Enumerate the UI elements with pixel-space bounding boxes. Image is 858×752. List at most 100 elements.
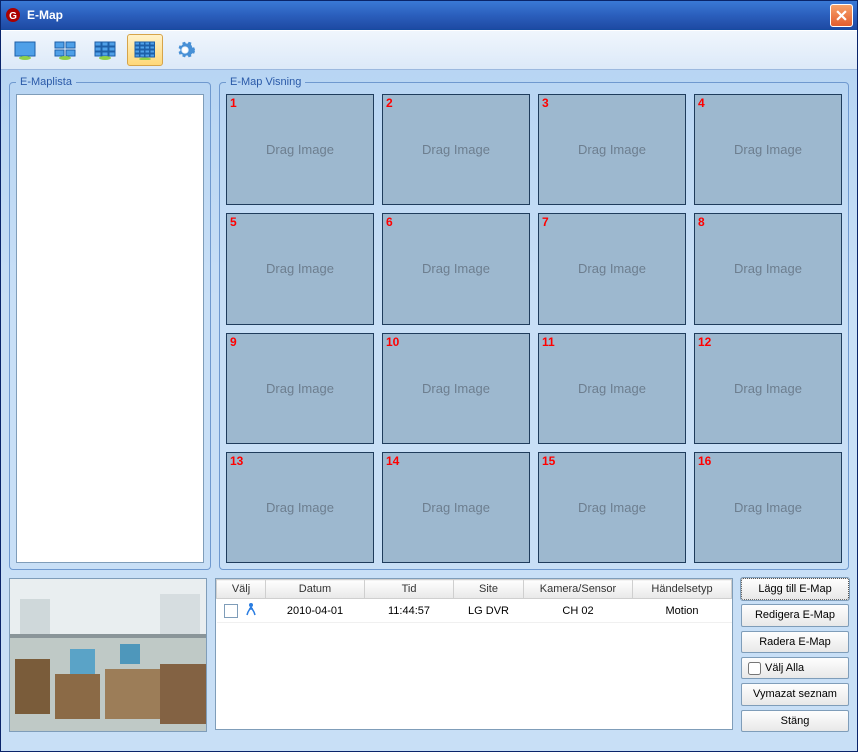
drag-image-label: Drag Image <box>734 142 802 157</box>
toolbar <box>1 30 857 70</box>
grid-cell-2[interactable]: 2 Drag Image <box>382 94 530 205</box>
delete-emap-button[interactable]: Radera E-Map <box>741 631 849 653</box>
grid-cell-3[interactable]: 3 Drag Image <box>538 94 686 205</box>
titlebar: G E-Map <box>1 1 857 30</box>
grid-cell-7[interactable]: 7 Drag Image <box>538 213 686 324</box>
cell-number: 1 <box>230 96 237 110</box>
select-all-label: Välj Alla <box>765 662 804 674</box>
emap-list-legend: E-Maplista <box>16 76 76 88</box>
grid-cell-16[interactable]: 16 Drag Image <box>694 452 842 563</box>
grid-cell-8[interactable]: 8 Drag Image <box>694 213 842 324</box>
select-all-row[interactable]: Välj Alla <box>741 657 849 679</box>
emap-listbox[interactable] <box>16 94 204 563</box>
app-logo-icon: G <box>5 7 21 23</box>
cell-number: 5 <box>230 215 237 229</box>
cell-number: 6 <box>386 215 393 229</box>
drag-image-label: Drag Image <box>578 261 646 276</box>
row-site: LG DVR <box>454 599 524 623</box>
svg-text:G: G <box>9 11 17 22</box>
layout-9-icon <box>93 40 117 60</box>
table-row[interactable]: 2010-04-01 11:44:57 LG DVR CH 02 Motion <box>217 599 732 623</box>
layout-1-button[interactable] <box>7 34 43 66</box>
layout-16-button[interactable] <box>127 34 163 66</box>
close-icon <box>836 10 847 21</box>
drag-image-label: Drag Image <box>266 142 334 157</box>
edit-emap-button[interactable]: Redigera E-Map <box>741 604 849 626</box>
emap-view-legend: E-Map Visning <box>226 76 305 88</box>
drag-image-label: Drag Image <box>422 261 490 276</box>
motion-icon <box>244 602 258 619</box>
grid-cell-15[interactable]: 15 Drag Image <box>538 452 686 563</box>
cell-number: 15 <box>542 454 555 468</box>
drag-image-label: Drag Image <box>578 142 646 157</box>
close-button[interactable]: Stäng <box>741 710 849 732</box>
grid-cell-14[interactable]: 14 Drag Image <box>382 452 530 563</box>
clear-list-button[interactable]: Vymazat seznam <box>741 683 849 705</box>
row-date: 2010-04-01 <box>266 599 365 623</box>
cell-number: 2 <box>386 96 393 110</box>
grid-cell-11[interactable]: 11 Drag Image <box>538 333 686 444</box>
layout-9-button[interactable] <box>87 34 123 66</box>
layout-4-icon <box>53 40 77 60</box>
window-title: E-Map <box>27 8 830 22</box>
cell-number: 4 <box>698 96 705 110</box>
drag-image-label: Drag Image <box>578 381 646 396</box>
event-table[interactable]: Välj Datum Tid Site Kamera/Sensor Händel… <box>215 578 733 730</box>
drag-image-label: Drag Image <box>734 500 802 515</box>
cell-number: 13 <box>230 454 243 468</box>
drag-image-label: Drag Image <box>578 500 646 515</box>
drag-image-label: Drag Image <box>422 500 490 515</box>
cell-number: 7 <box>542 215 549 229</box>
cell-number: 12 <box>698 335 711 349</box>
drag-image-label: Drag Image <box>266 500 334 515</box>
side-buttons: Lägg till E-Map Redigera E-Map Radera E-… <box>741 578 849 732</box>
cell-number: 9 <box>230 335 237 349</box>
row-time: 11:44:57 <box>365 599 454 623</box>
emap-view-panel: E-Map Visning 1 Drag Image 2 Drag Image 3 Dra… <box>219 76 849 570</box>
grid-cell-9[interactable]: 9 Drag Image <box>226 333 374 444</box>
camera-preview[interactable] <box>9 578 207 732</box>
grid-cell-5[interactable]: 5 Drag Image <box>226 213 374 324</box>
col-site[interactable]: Site <box>454 580 524 599</box>
select-all-checkbox[interactable] <box>748 662 761 675</box>
cell-number: 3 <box>542 96 549 110</box>
grid-cell-13[interactable]: 13 Drag Image <box>226 452 374 563</box>
grid-cell-6[interactable]: 6 Drag Image <box>382 213 530 324</box>
drag-image-label: Drag Image <box>734 381 802 396</box>
close-window-button[interactable] <box>830 4 853 27</box>
drag-image-label: Drag Image <box>422 381 490 396</box>
row-select-cell[interactable] <box>217 599 266 623</box>
col-date[interactable]: Datum <box>266 580 365 599</box>
grid-cell-4[interactable]: 4 Drag Image <box>694 94 842 205</box>
grid-cell-10[interactable]: 10 Drag Image <box>382 333 530 444</box>
cell-number: 11 <box>542 335 555 349</box>
cell-number: 8 <box>698 215 705 229</box>
row-camera: CH 02 <box>524 599 633 623</box>
row-type: Motion <box>633 599 732 623</box>
layout-4-button[interactable] <box>47 34 83 66</box>
drag-image-label: Drag Image <box>266 261 334 276</box>
drag-image-label: Drag Image <box>266 381 334 396</box>
add-emap-button[interactable]: Lägg till E-Map <box>741 578 849 600</box>
col-type[interactable]: Händelsetyp <box>633 580 732 599</box>
drag-image-label: Drag Image <box>422 142 490 157</box>
drag-image-label: Drag Image <box>734 261 802 276</box>
row-checkbox[interactable] <box>224 604 238 618</box>
emap-list-panel: E-Maplista <box>9 76 211 570</box>
bottom-area: Välj Datum Tid Site Kamera/Sensor Händel… <box>1 570 857 740</box>
layout-16-icon <box>133 40 157 60</box>
cell-number: 10 <box>386 335 399 349</box>
layout-1-icon <box>13 40 37 60</box>
emap-window: G E-Map <box>0 0 858 752</box>
cell-number: 16 <box>698 454 711 468</box>
main-area: E-Maplista E-Map Visning 1 Drag Image 2 Dra… <box>1 70 857 570</box>
grid-cell-1[interactable]: 1 Drag Image <box>226 94 374 205</box>
col-time[interactable]: Tid <box>365 580 454 599</box>
col-camera[interactable]: Kamera/Sensor <box>524 580 633 599</box>
cell-number: 14 <box>386 454 399 468</box>
emap-grid: 1 Drag Image 2 Drag Image 3 Drag Image 4 Drag I… <box>226 94 842 563</box>
col-select[interactable]: Välj <box>217 580 266 599</box>
grid-cell-12[interactable]: 12 Drag Image <box>694 333 842 444</box>
settings-button[interactable] <box>167 34 203 66</box>
gear-icon <box>174 39 196 61</box>
